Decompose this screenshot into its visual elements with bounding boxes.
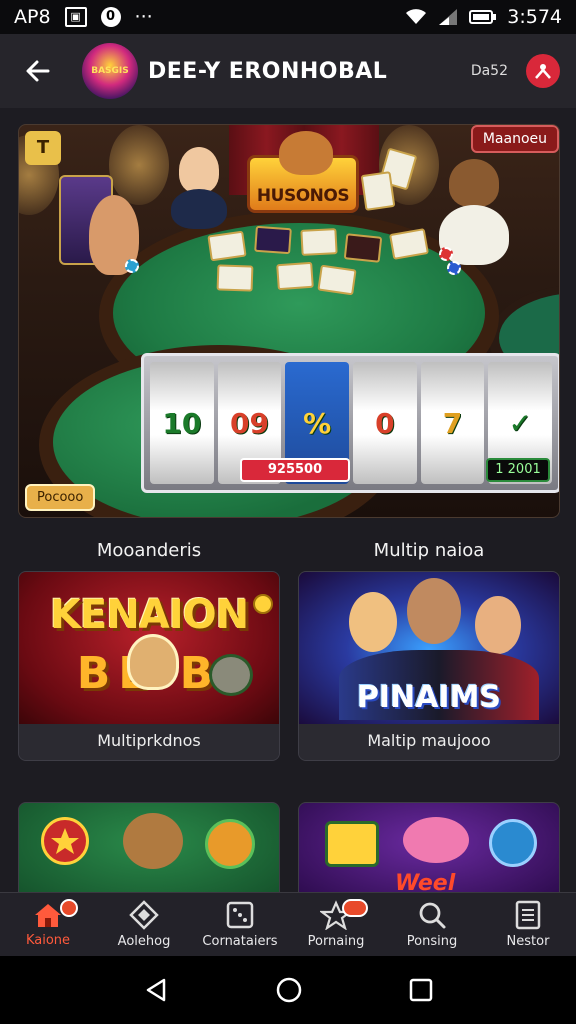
gold-coin xyxy=(253,594,273,614)
coin-bag-icon xyxy=(489,819,537,867)
bear-mascot xyxy=(123,813,183,869)
reel-symbol: ✓ xyxy=(508,406,532,440)
app-title: DEE-Y ERONHOBAL xyxy=(148,58,388,84)
game-card-label: Maltip maujooo xyxy=(299,724,559,760)
nav-label: Kaione xyxy=(25,933,71,948)
nav-notification-badge xyxy=(60,899,78,917)
game-card[interactable]: PINAIMS Maltip maujooo xyxy=(298,571,560,761)
slot-reel: 10 xyxy=(150,362,214,484)
system-home-icon[interactable] xyxy=(274,975,304,1005)
table-card xyxy=(207,230,247,262)
game-card-partial[interactable] xyxy=(18,802,280,902)
game-card-art: KENAION BE B xyxy=(19,572,279,726)
piggy-bank-icon xyxy=(403,817,469,863)
nav-label: Pornaing xyxy=(307,934,365,949)
table-card xyxy=(254,225,292,255)
nav-item-ponsing[interactable]: Ponsing xyxy=(384,893,480,956)
nav-item-cornataiers[interactable]: Cornataiers xyxy=(192,893,288,956)
section-title-right: Multip naioa xyxy=(373,540,485,561)
poker-chip xyxy=(447,261,461,275)
bottom-navigation: Kaione Aolehog Cornataiers Pornaing Pons… xyxy=(0,892,576,956)
clock: 3:574 xyxy=(507,6,562,28)
system-back-icon[interactable] xyxy=(142,976,170,1004)
dealer-woman xyxy=(179,147,219,193)
hero-marquee-text: HUSONOS xyxy=(256,186,350,206)
nav-item-pornaing[interactable]: Pornaing xyxy=(288,893,384,956)
hero-corner-label[interactable]: Pocooo xyxy=(25,484,96,511)
hero-badge[interactable]: Maanoeu xyxy=(470,125,559,153)
notification-box-icon: ▣ xyxy=(64,7,87,27)
wifi-icon xyxy=(406,9,427,24)
signal-icon xyxy=(439,9,458,25)
poker-chip xyxy=(439,247,453,261)
star-badge-icon xyxy=(41,817,89,865)
app-logo-text: BASGIS xyxy=(91,66,129,76)
table-card xyxy=(276,261,314,291)
profile-button[interactable] xyxy=(526,54,560,88)
carrier-label: AP8 xyxy=(14,6,51,28)
dog-mascot xyxy=(279,131,333,175)
nav-label: Ponsing xyxy=(406,934,458,949)
game-art-title: PINAIMS xyxy=(356,680,502,715)
arrow-left-icon xyxy=(26,60,50,82)
character-woman-right xyxy=(475,596,521,654)
hero-tag: T xyxy=(25,131,61,165)
hero-banner[interactable]: HUSONOS 10 09 % 0 7 ✓ 925500 1 2001 T Ma… xyxy=(18,124,560,518)
user-icon xyxy=(535,64,551,79)
nav-item-aolehog[interactable]: Aolehog xyxy=(96,893,192,956)
wall-lamp xyxy=(109,125,169,205)
table-card xyxy=(300,228,338,256)
game-card-partial[interactable]: Weel xyxy=(298,802,560,902)
status-bar: AP8 ▣ 0 ··· 3:574 xyxy=(0,0,576,34)
raccoon-mascot xyxy=(209,654,253,696)
table-card xyxy=(343,233,383,263)
poker-chip xyxy=(125,259,139,273)
nav-notification-badge xyxy=(342,899,368,917)
game-card[interactable]: KENAION BE B Multiprkdnos xyxy=(18,571,280,761)
nav-item-nestor[interactable]: Nestor xyxy=(480,893,576,956)
dealer-woman-body xyxy=(171,189,227,229)
character-man-center xyxy=(407,578,461,644)
fruit-icon xyxy=(205,819,255,869)
nav-label: Cornataiers xyxy=(202,934,278,949)
reel-symbol: 7 xyxy=(442,406,463,440)
system-navigation-bar xyxy=(0,956,576,1024)
game-card-art: PINAIMS xyxy=(299,572,559,726)
table-card xyxy=(216,264,254,292)
system-recents-icon[interactable] xyxy=(408,977,434,1003)
bear-character xyxy=(449,159,499,207)
circle-app-icon: 0 xyxy=(100,7,121,27)
app-logo: BASGIS xyxy=(82,43,138,99)
slot-win-counter: 925500 xyxy=(240,458,350,482)
reel-symbol: 09 xyxy=(230,406,269,440)
game-card-label: Multiprkdnos xyxy=(19,724,279,760)
menu-list-icon xyxy=(515,900,541,930)
section-title-left: Mooanderis xyxy=(96,540,202,561)
trophy-icon xyxy=(325,821,379,867)
search-icon xyxy=(419,902,446,929)
nav-label: Nestor xyxy=(506,934,550,949)
app-bar-badge: Da52 xyxy=(470,63,508,79)
app-bar: BASGIS DEE-Y ERONHOBAL Da52 xyxy=(0,34,576,108)
game-art-title: KENAION xyxy=(49,592,249,638)
slot-machine-reels[interactable]: 10 09 % 0 7 ✓ 925500 1 2001 xyxy=(141,353,559,493)
slot-credit-display: 1 2001 xyxy=(486,458,550,482)
reel-symbol: 0 xyxy=(375,406,395,440)
more-dots-icon: ··· xyxy=(134,6,153,28)
back-button[interactable] xyxy=(18,51,58,91)
slot-reel: 0 xyxy=(353,362,417,484)
nav-item-home[interactable]: Kaione xyxy=(0,893,96,956)
dog-mascot xyxy=(127,634,179,690)
nav-label: Aolehog xyxy=(117,934,171,949)
battery-icon xyxy=(469,10,497,24)
slot-reel: 7 xyxy=(420,362,485,484)
floating-card xyxy=(360,171,396,211)
reel-symbol: % xyxy=(303,406,332,440)
character-woman-left xyxy=(349,592,397,652)
table-card xyxy=(317,264,357,296)
reel-symbol: 10 xyxy=(162,406,202,440)
dice-icon xyxy=(226,901,254,929)
diamond-icon xyxy=(129,900,159,930)
